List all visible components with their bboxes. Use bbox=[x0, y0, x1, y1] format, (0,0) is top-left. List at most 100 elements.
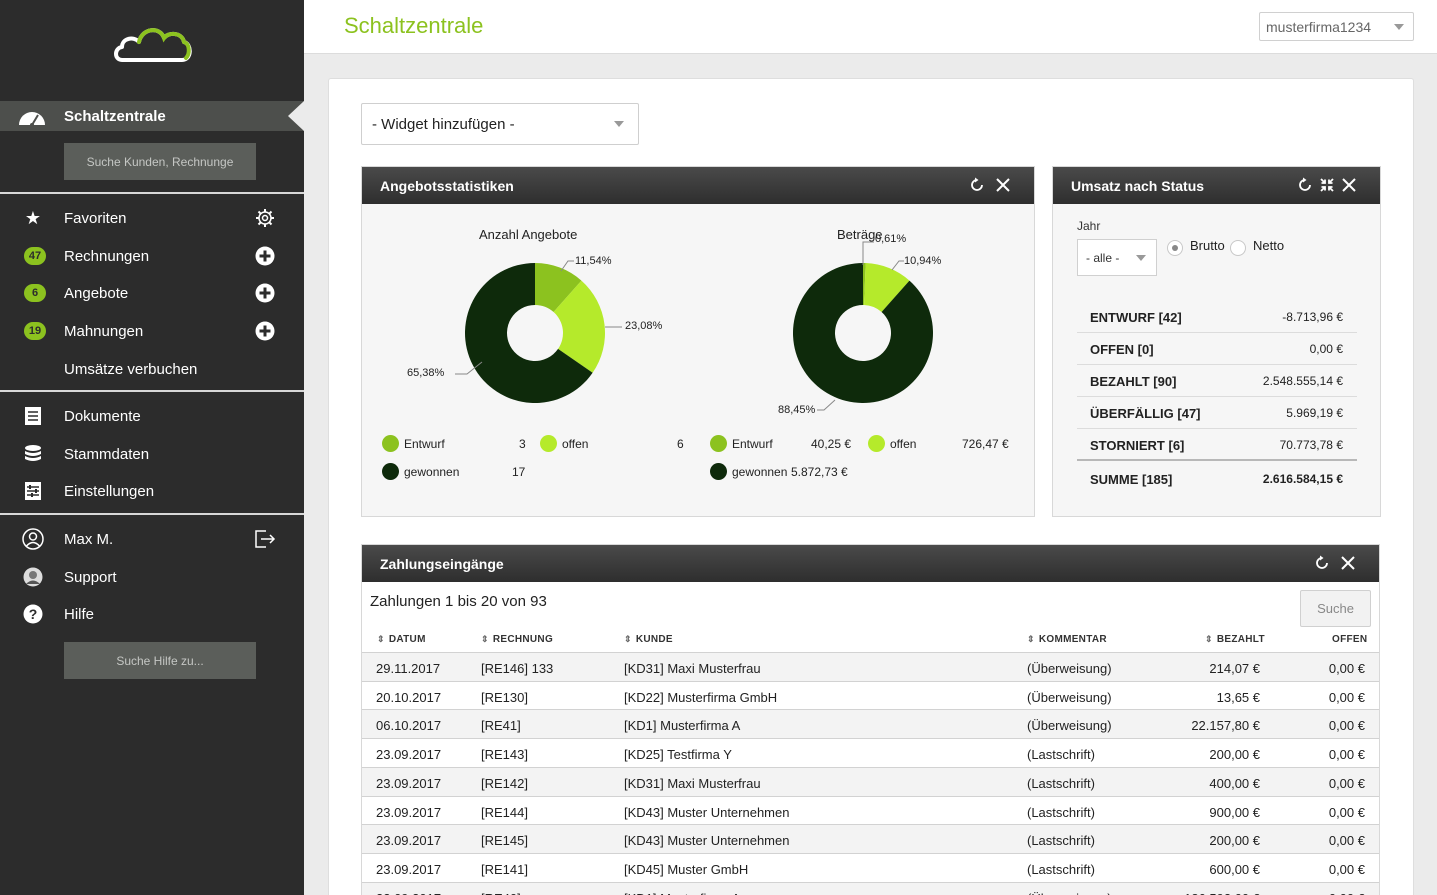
status-label: ÜBERFÄLLIG [47] bbox=[1090, 406, 1201, 421]
legend-value: 726,47 € bbox=[962, 437, 1009, 451]
close-icon[interactable] bbox=[1337, 552, 1359, 574]
sort-icon: ⇕ bbox=[1027, 634, 1035, 644]
cell-datum: 23.09.2017 bbox=[376, 861, 442, 877]
cell-kommentar: (Überweisung) bbox=[1027, 661, 1112, 676]
plus-circle-icon[interactable] bbox=[254, 245, 276, 267]
status-label: SUMME [185] bbox=[1090, 472, 1173, 487]
table-row[interactable]: 20.10.2017 [RE130] [KD22] Musterfirma GmbH… bbox=[362, 680, 1379, 710]
legend-swatch-gewonnen bbox=[382, 463, 399, 480]
add-widget-label: - Widget hinzufügen - bbox=[372, 115, 515, 133]
divider bbox=[0, 192, 304, 194]
cell-kunde: [KD31] Maxi Musterfrau bbox=[624, 775, 761, 791]
document-icon bbox=[22, 405, 44, 427]
column-header-offen: OFFEN bbox=[1332, 634, 1367, 645]
sidebar-item-favoriten[interactable]: ★ Favoriten bbox=[0, 203, 304, 233]
search-button[interactable]: Suche bbox=[1300, 590, 1371, 627]
status-value: 70.773,78 € bbox=[1279, 438, 1343, 452]
cell-rechnung: [RE40] bbox=[481, 891, 521, 895]
radio-label-netto: Netto bbox=[1253, 238, 1285, 253]
legend-swatch-gewonnen bbox=[710, 463, 727, 480]
table-row[interactable]: 06.10.2017 [RE41] [KD1] Musterfirma A (Über… bbox=[362, 709, 1379, 739]
cell-kommentar: (Lastschrift) bbox=[1027, 747, 1095, 763]
column-header-kommentar[interactable]: ⇕ KOMMENTAR bbox=[1027, 634, 1107, 645]
help-search-input[interactable]: Suche Hilfe zu... bbox=[64, 642, 256, 679]
table-row[interactable]: 29.11.2017 [RE146] 133 [KD31] Maxi Musterf… bbox=[362, 652, 1379, 681]
cell-datum: 29.11.2017 bbox=[376, 661, 441, 676]
gear-icon[interactable] bbox=[254, 207, 276, 229]
plus-circle-icon[interactable] bbox=[254, 282, 276, 304]
column-header-kunde[interactable]: ⇕ KUNDE bbox=[624, 634, 673, 645]
widget-header: Umsatz nach Status bbox=[1053, 167, 1380, 204]
sidebar-item-hilfe[interactable]: ? Hilfe bbox=[0, 599, 304, 629]
cell-offen: 0,00 € bbox=[1328, 718, 1365, 734]
cell-offen: 0,00 € bbox=[1328, 804, 1365, 820]
count-badge: 19 bbox=[24, 322, 46, 340]
sidebar-item-angebote[interactable]: 6 Angebote bbox=[0, 278, 304, 308]
table-row[interactable]: 22.09.2017 [RE40] [KD1] Musterfirma A (Über… bbox=[362, 881, 1379, 895]
cell-bezahlt: 13,65 € bbox=[1216, 689, 1260, 705]
table-row[interactable]: 23.09.2017 [RE141] [KD45] Muster GmbH (Last… bbox=[362, 852, 1379, 882]
status-value: 2.616.584,15 € bbox=[1262, 472, 1343, 486]
sidebar-item-mahnungen[interactable]: 19 Mahnungen bbox=[0, 316, 304, 346]
add-widget-select[interactable]: - Widget hinzufügen - bbox=[361, 103, 639, 145]
support-avatar-icon bbox=[22, 566, 44, 588]
sidebar-item-einstellungen[interactable]: Einstellungen bbox=[0, 476, 304, 506]
dashboard-gauge-icon bbox=[16, 105, 48, 127]
legend-label: gewonnen bbox=[404, 465, 460, 479]
refresh-icon[interactable] bbox=[1311, 552, 1333, 574]
cell-bezahlt: 22.157,80 € bbox=[1191, 718, 1260, 734]
customer-search-input[interactable]: Suche Kunden, Rechnunge bbox=[64, 143, 256, 180]
radio-label-brutto: Brutto bbox=[1190, 238, 1225, 253]
cell-datum: 20.10.2017 bbox=[376, 689, 442, 705]
cell-kunde: [KD45] Muster GmbH bbox=[624, 861, 749, 877]
sidebar-item-stammdaten[interactable]: Stammdaten bbox=[0, 439, 304, 469]
column-header-label: RECHNUNG bbox=[492, 634, 554, 645]
year-select[interactable]: - alle - bbox=[1077, 239, 1157, 276]
radio-brutto[interactable] bbox=[1167, 240, 1183, 256]
cell-kunde: [KD1] Musterfirma A bbox=[624, 891, 740, 895]
cell-bezahlt: 200,00 € bbox=[1209, 747, 1260, 763]
cell-kunde: [KD43] Muster Unternehmen bbox=[624, 833, 790, 849]
sidebar-item-dokumente[interactable]: Dokumente bbox=[0, 401, 304, 431]
cell-kunde: [KD43] Muster Unternehmen bbox=[624, 804, 790, 820]
table-row[interactable]: 23.09.2017 [RE144] [KD43] Muster Unternehm… bbox=[362, 795, 1379, 825]
cell-kommentar: (Lastschrift) bbox=[1027, 833, 1095, 849]
table-row[interactable]: 23.09.2017 [RE145] [KD43] Muster Unternehm… bbox=[362, 824, 1379, 854]
logout-icon[interactable] bbox=[254, 528, 276, 550]
pie-label: 11,54% bbox=[575, 255, 612, 267]
account-name: musterfirma1234 bbox=[1266, 18, 1372, 35]
sidebar-item-user[interactable]: Max M. bbox=[0, 524, 304, 554]
account-select[interactable]: musterfirma1234 bbox=[1259, 12, 1414, 41]
cell-datum: 22.09.2017 bbox=[376, 891, 441, 895]
column-header-rechnung[interactable]: ⇕ RECHNUNG bbox=[481, 634, 553, 645]
pie-label: 65,38% bbox=[407, 367, 445, 379]
refresh-icon[interactable] bbox=[1294, 174, 1316, 196]
sidebar-item-label: Einstellungen bbox=[64, 482, 155, 500]
sidebar-item-label: Umsätze verbuchen bbox=[64, 360, 198, 378]
cell-kommentar: (Lastschrift) bbox=[1027, 804, 1095, 820]
collapse-icon[interactable] bbox=[1316, 174, 1338, 196]
sidebar-item-rechnungen[interactable]: 47 Rechnungen bbox=[0, 241, 304, 271]
column-header-datum[interactable]: ⇕ DATUM bbox=[377, 634, 426, 645]
status-label: OFFEN [0] bbox=[1090, 342, 1154, 357]
chevron-down-icon bbox=[614, 121, 624, 127]
legend-value: 3 bbox=[519, 437, 526, 451]
leader-lines bbox=[455, 241, 904, 411]
radio-netto[interactable] bbox=[1230, 240, 1246, 256]
table-row[interactable]: 23.09.2017 [RE143] [KD25] Testfirma Y (Last… bbox=[362, 738, 1379, 767]
status-value: 0,00 € bbox=[1309, 342, 1343, 356]
close-icon[interactable] bbox=[1338, 174, 1360, 196]
legend-swatch-offen bbox=[540, 435, 557, 452]
sidebar-item-schaltzentrale[interactable]: Schaltzentrale bbox=[0, 101, 304, 131]
plus-circle-icon[interactable] bbox=[254, 320, 276, 342]
legend-label: Entwurf bbox=[404, 437, 445, 451]
cloud-logo-icon[interactable] bbox=[112, 20, 192, 66]
cell-bezahlt: 400,00 € bbox=[1209, 775, 1260, 791]
status-value: 5.969,19 € bbox=[1286, 406, 1343, 420]
widget-header: Zahlungseingänge bbox=[362, 545, 1379, 582]
column-header-bezahlt[interactable]: ⇕ BEZAHLT bbox=[1205, 634, 1265, 645]
table-row[interactable]: 23.09.2017 [RE142] [KD31] Maxi Musterfrau (… bbox=[362, 766, 1379, 796]
divider bbox=[0, 390, 304, 392]
sidebar-item-umsaetze-verbuchen[interactable]: Umsätze verbuchen bbox=[0, 354, 304, 384]
sidebar-item-support[interactable]: Support bbox=[0, 562, 304, 592]
